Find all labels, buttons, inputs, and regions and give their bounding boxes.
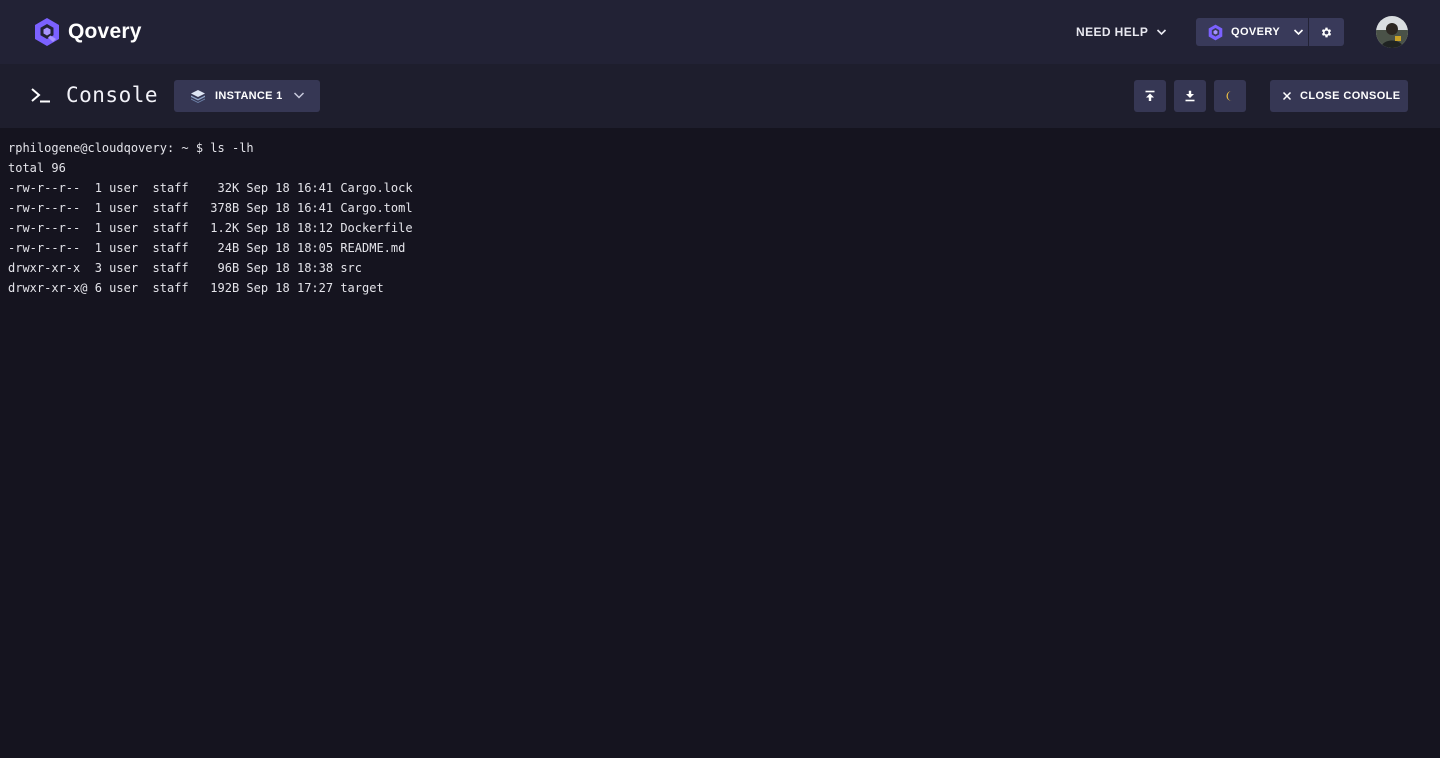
- chevron-down-icon: [293, 92, 305, 99]
- upload-button[interactable]: [1134, 80, 1166, 112]
- brand-name: Qovery: [68, 20, 142, 43]
- close-icon: [1282, 91, 1292, 101]
- terminal-line: -rw-r--r-- 1 user staff 1.2K Sep 18 18:1…: [8, 221, 413, 235]
- qovery-logo[interactable]: Qovery: [32, 17, 142, 47]
- top-navigation-bar: Qovery NEED HELP QOVERY: [0, 0, 1440, 64]
- terminal-line: drwxr-xr-x 3 user staff 96B Sep 18 18:38…: [8, 261, 363, 275]
- terminal-line: drwxr-xr-x@ 6 user staff 192B Sep 18 17:…: [8, 281, 384, 295]
- close-console-button[interactable]: CLOSE CONSOLE: [1270, 80, 1408, 112]
- organization-label: QOVERY: [1231, 26, 1281, 38]
- need-help-label: NEED HELP: [1076, 25, 1149, 39]
- chevron-down-icon: [1293, 29, 1304, 36]
- console-title: Console: [30, 83, 158, 107]
- instance-select[interactable]: INSTANCE 1: [174, 80, 320, 112]
- theme-toggle-button[interactable]: [1214, 80, 1246, 112]
- terminal-line: -rw-r--r-- 1 user staff 378B Sep 18 16:4…: [8, 201, 413, 215]
- terminal-line: total 96: [8, 161, 66, 175]
- avatar-image: [1376, 16, 1408, 48]
- moon-icon: [1226, 91, 1232, 101]
- terminal-line: -rw-r--r-- 1 user staff 32K Sep 18 16:41…: [8, 181, 413, 195]
- organization-select[interactable]: QOVERY: [1196, 18, 1308, 46]
- terminal-line: -rw-r--r-- 1 user staff 24B Sep 18 18:05…: [8, 241, 406, 255]
- organization-settings-button[interactable]: [1309, 18, 1344, 46]
- terminal-output[interactable]: rphilogene@cloudqovery: ~ $ ls -lh total…: [0, 128, 1440, 758]
- download-icon: [1185, 90, 1195, 102]
- stack-layers-icon: [191, 90, 205, 103]
- close-console-label: CLOSE CONSOLE: [1300, 90, 1401, 102]
- terminal-prompt-icon: [31, 88, 50, 103]
- organization-switcher: QOVERY: [1196, 18, 1344, 46]
- chevron-down-icon: [1157, 29, 1167, 36]
- gear-icon: [1321, 27, 1332, 37]
- console-title-label: Console: [66, 83, 159, 107]
- upload-icon: [1145, 90, 1155, 101]
- download-button[interactable]: [1174, 80, 1206, 112]
- terminal-line-prompt: rphilogene@cloudqovery: ~ $ ls -lh: [8, 141, 254, 155]
- need-help-menu[interactable]: NEED HELP: [1076, 24, 1167, 40]
- user-avatar[interactable]: [1376, 16, 1408, 48]
- qovery-logo-icon: [1208, 24, 1223, 40]
- instance-label: INSTANCE 1: [215, 90, 283, 102]
- qovery-logo-icon: [35, 18, 59, 46]
